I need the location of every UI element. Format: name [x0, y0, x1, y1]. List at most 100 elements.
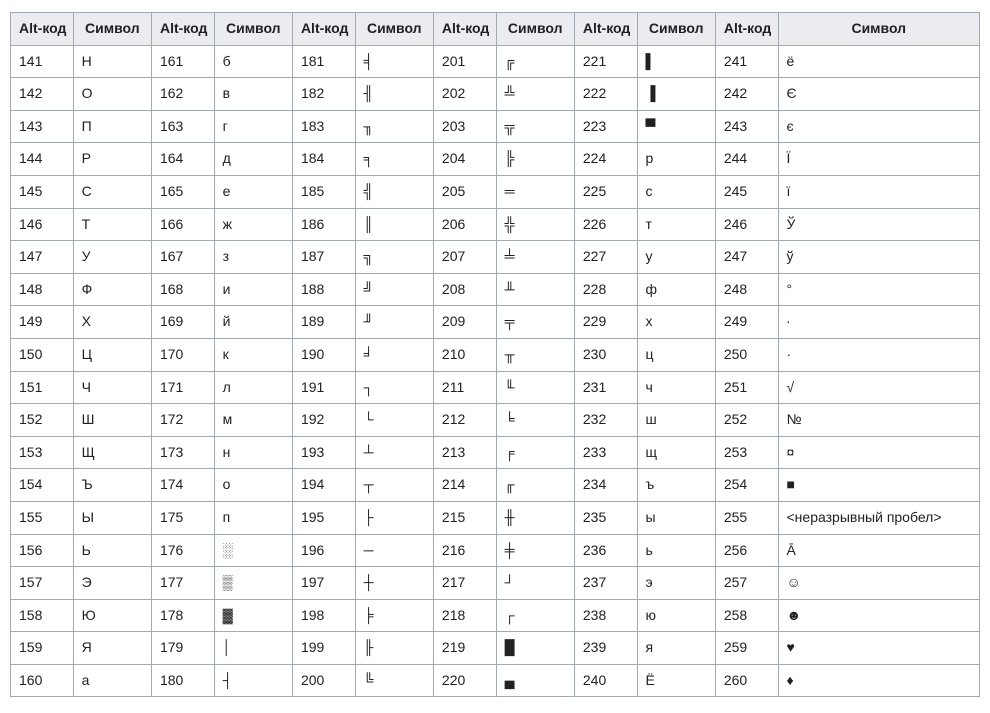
alt-code-cell: 184 — [292, 143, 355, 176]
symbol-cell: ╬ — [496, 208, 574, 241]
alt-code-cell: 156 — [11, 534, 74, 567]
alt-code-cell: 167 — [151, 241, 214, 274]
alt-code-cell: 209 — [433, 306, 496, 339]
symbol-cell: ╘ — [496, 404, 574, 437]
symbol-cell: Ё — [637, 664, 715, 697]
symbol-cell: ▐ — [637, 78, 715, 111]
alt-code-cell: 229 — [574, 306, 637, 339]
header-code-1: Alt-код — [151, 13, 214, 46]
symbol-cell: Ā — [778, 534, 980, 567]
alt-code-cell: 234 — [574, 469, 637, 502]
symbol-cell: й — [214, 306, 292, 339]
alt-code-cell: 164 — [151, 143, 214, 176]
symbol-cell: Ч — [73, 371, 151, 404]
symbol-cell: Ю — [73, 599, 151, 632]
symbol-cell: ┬ — [355, 469, 433, 502]
table-row: 149Х169й189╜209╤229х249∙ — [11, 306, 980, 339]
symbol-cell: ь — [637, 534, 715, 567]
symbol-cell: Р — [73, 143, 151, 176]
alt-code-cell: 163 — [151, 110, 214, 143]
alt-code-cell: 237 — [574, 567, 637, 600]
symbol-cell: └ — [355, 404, 433, 437]
alt-code-cell: 224 — [574, 143, 637, 176]
alt-code-cell: 208 — [433, 273, 496, 306]
table-row: 146Т166ж186║206╬226т246Ў — [11, 208, 980, 241]
header-symbol-2: Символ — [355, 13, 433, 46]
symbol-cell: Ь — [73, 534, 151, 567]
header-code-4: Alt-код — [574, 13, 637, 46]
alt-code-cell: 159 — [11, 632, 74, 665]
symbol-cell: ╧ — [496, 241, 574, 274]
alt-code-cell: 257 — [715, 567, 778, 600]
symbol-cell: ░ — [214, 534, 292, 567]
alt-code-cell: 223 — [574, 110, 637, 143]
symbol-cell: г — [214, 110, 292, 143]
header-code-0: Alt-код — [11, 13, 74, 46]
alt-code-cell: 241 — [715, 45, 778, 78]
table-row: 143П163г183╖203╦223▀243є — [11, 110, 980, 143]
symbol-cell: ╜ — [355, 306, 433, 339]
symbol-cell: д — [214, 143, 292, 176]
alt-code-cell: 178 — [151, 599, 214, 632]
table-row: 154Ъ174о194┬214╓234ъ254■ — [11, 469, 980, 502]
alt-code-cell: 180 — [151, 664, 214, 697]
alt-code-cell: 182 — [292, 78, 355, 111]
symbol-cell: ¤ — [778, 436, 980, 469]
symbol-cell: п — [214, 501, 292, 534]
alt-code-cell: 214 — [433, 469, 496, 502]
table-row: 151Ч171л191┐211╙231ч251√ — [11, 371, 980, 404]
alt-code-cell: 201 — [433, 45, 496, 78]
alt-code-cell: 206 — [433, 208, 496, 241]
header-symbol-3: Символ — [496, 13, 574, 46]
alt-code-cell: 147 — [11, 241, 74, 274]
alt-code-cell: 220 — [433, 664, 496, 697]
symbol-cell: ┼ — [355, 567, 433, 600]
alt-code-cell: 252 — [715, 404, 778, 437]
alt-code-cell: 150 — [11, 338, 74, 371]
table-row: 159Я179│199╟219█239я259♥ — [11, 632, 980, 665]
symbol-cell: · — [778, 338, 980, 371]
symbol-cell: ╗ — [355, 241, 433, 274]
alt-code-cell: 247 — [715, 241, 778, 274]
symbol-cell: б — [214, 45, 292, 78]
table-row: 152Ш172м192└212╘232ш252№ — [11, 404, 980, 437]
alt-code-cell: 161 — [151, 45, 214, 78]
alt-code-cell: 240 — [574, 664, 637, 697]
symbol-cell: ╔ — [496, 45, 574, 78]
symbol-cell: ♥ — [778, 632, 980, 665]
symbol-cell: ш — [637, 404, 715, 437]
symbol-cell: ╓ — [496, 469, 574, 502]
alt-code-cell: 169 — [151, 306, 214, 339]
table-row: 147У167з187╗207╧227у247ў — [11, 241, 980, 274]
symbol-cell: Я — [73, 632, 151, 665]
alt-code-cell: 256 — [715, 534, 778, 567]
alt-code-cell: 225 — [574, 175, 637, 208]
alt-code-cell: 228 — [574, 273, 637, 306]
header-code-5: Alt-код — [715, 13, 778, 46]
alt-code-cell: 210 — [433, 338, 496, 371]
alt-code-cell: 168 — [151, 273, 214, 306]
alt-code-cell: 158 — [11, 599, 74, 632]
symbol-cell: У — [73, 241, 151, 274]
alt-code-cell: 191 — [292, 371, 355, 404]
symbol-cell: Ы — [73, 501, 151, 534]
alt-code-cell: 165 — [151, 175, 214, 208]
symbol-cell: ─ — [355, 534, 433, 567]
header-symbol-0: Символ — [73, 13, 151, 46]
alt-code-cell: 217 — [433, 567, 496, 600]
alt-code-cell: 185 — [292, 175, 355, 208]
symbol-cell: о — [214, 469, 292, 502]
symbol-cell: ╤ — [496, 306, 574, 339]
symbol-cell: ■ — [778, 469, 980, 502]
symbol-cell: <неразрывный пробел> — [778, 501, 980, 534]
alt-code-cell: 149 — [11, 306, 74, 339]
alt-code-cell: 166 — [151, 208, 214, 241]
alt-code-cell: 205 — [433, 175, 496, 208]
symbol-cell: н — [214, 436, 292, 469]
alt-code-cell: 200 — [292, 664, 355, 697]
table-row: 156Ь176░196─216╪236ь256Ā — [11, 534, 980, 567]
alt-code-cell: 203 — [433, 110, 496, 143]
alt-code-cell: 160 — [11, 664, 74, 697]
symbol-cell: ° — [778, 273, 980, 306]
symbol-cell: щ — [637, 436, 715, 469]
